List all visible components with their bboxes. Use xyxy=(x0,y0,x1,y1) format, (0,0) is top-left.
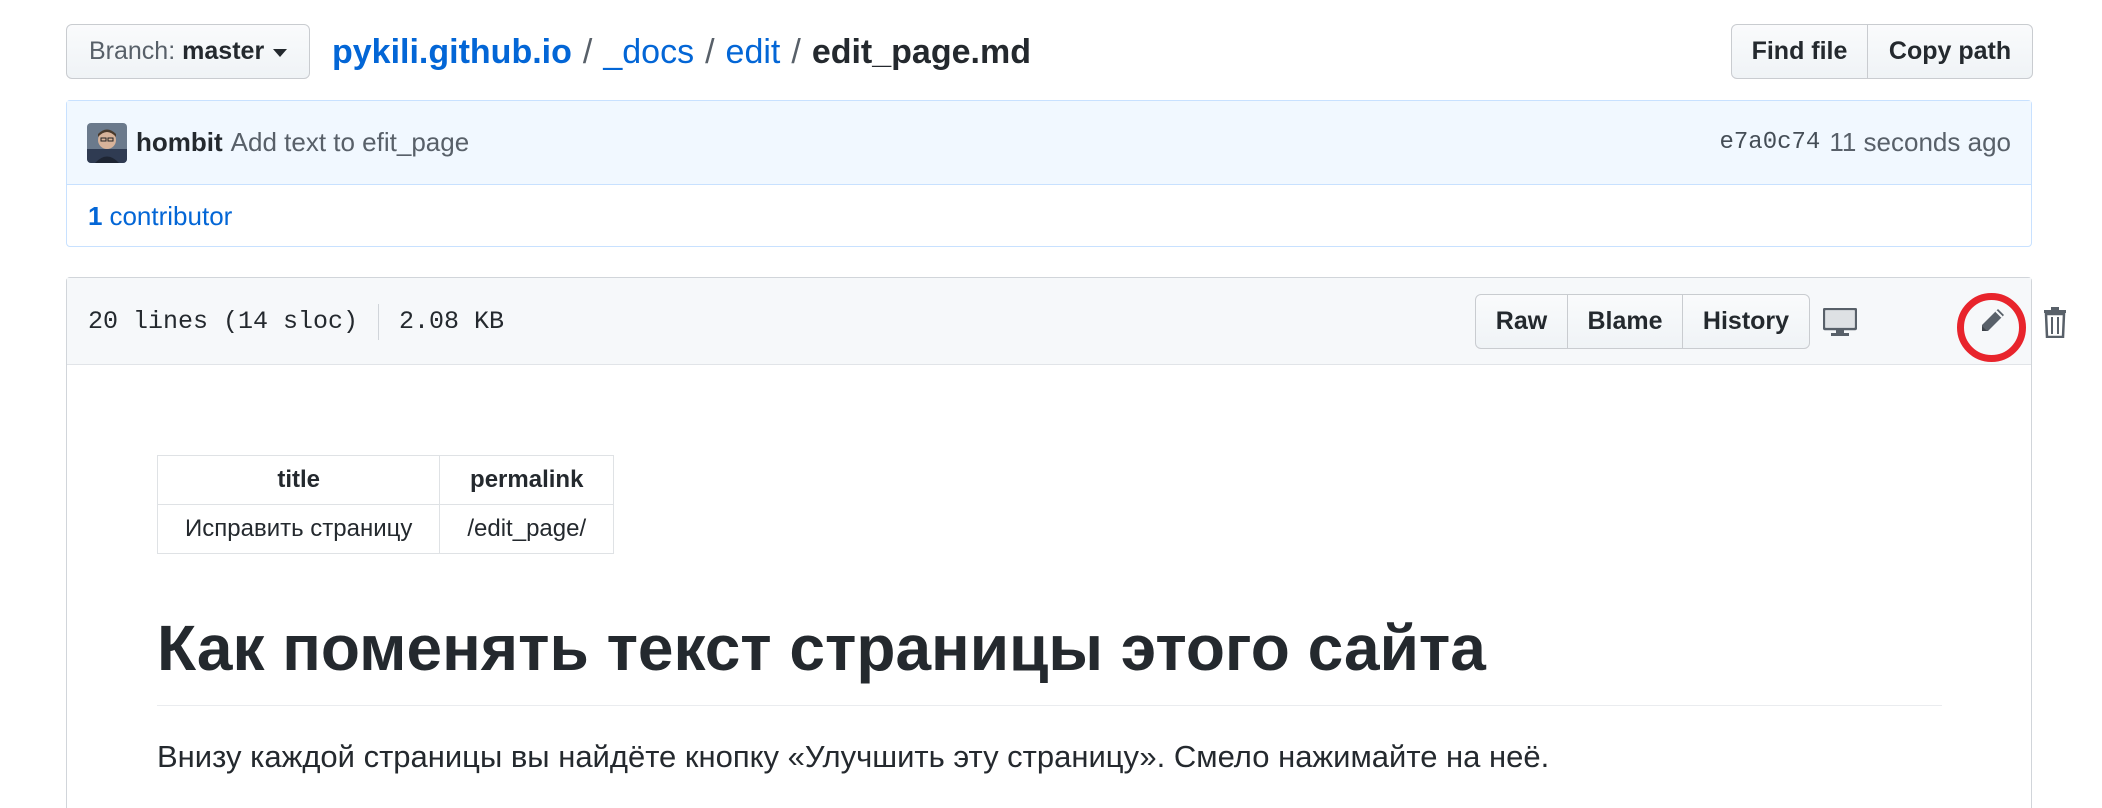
desktop-icon[interactable] xyxy=(1815,298,1865,346)
file-info: 20 lines (14 sloc) 2.08 KB xyxy=(88,278,504,365)
file-navigation-buttons: Find file Copy path xyxy=(1731,24,2033,79)
commit-message[interactable]: Add text to efit_page xyxy=(231,127,470,158)
contributors-count: 1 xyxy=(88,200,103,231)
chevron-down-icon xyxy=(273,48,288,57)
page-heading: Как поменять текст страницы этого сайта xyxy=(157,610,1942,706)
file-size: 2.08 KB xyxy=(399,307,505,336)
page-paragraph: Внизу каждой страницы вы найдёте кнопку … xyxy=(157,738,1550,774)
table-row: Исправить страницу /edit_page/ xyxy=(156,504,615,554)
breadcrumb-separator: / xyxy=(582,32,593,71)
file-lines: 20 lines (14 sloc) xyxy=(88,307,359,336)
breadcrumb-separator: / xyxy=(705,32,715,71)
file-info-divider xyxy=(378,303,380,340)
pencil-icon[interactable] xyxy=(1967,297,2017,345)
commit-tease: hombit Add text to efit_page e7a0c74 11 … xyxy=(67,101,2031,185)
breadcrumb-file-name: edit_page.md xyxy=(811,32,1031,71)
blame-button[interactable]: Blame xyxy=(1567,294,1683,349)
file-action-buttons: Raw Blame History xyxy=(1475,294,1810,349)
breadcrumb-edit-link[interactable]: edit xyxy=(726,33,781,72)
latest-commit-box: hombit Add text to efit_page e7a0c74 11 … xyxy=(66,100,2032,247)
front-matter-table: title permalink Исправить страницу /edit… xyxy=(156,455,615,554)
breadcrumb-separator: / xyxy=(791,32,801,71)
copy-path-button[interactable]: Copy path xyxy=(1867,24,2033,79)
branch-value: master xyxy=(182,37,265,65)
contributors-link[interactable]: 1 contributor xyxy=(67,185,2031,247)
branch-select-button[interactable]: Branch: master xyxy=(66,24,310,79)
commit-author[interactable]: hombit xyxy=(136,127,223,158)
raw-button[interactable]: Raw xyxy=(1475,294,1568,349)
contributors-label: contributor xyxy=(109,200,233,231)
find-file-button[interactable]: Find file xyxy=(1731,24,1868,79)
markdown-body: title permalink Исправить страницу /edit… xyxy=(156,455,1942,775)
file-header: 20 lines (14 sloc) 2.08 KB Raw Blame His… xyxy=(67,278,2066,365)
history-button[interactable]: History xyxy=(1682,294,1810,349)
branch-label: Branch: xyxy=(89,37,176,65)
table-header-cell: title xyxy=(156,455,441,505)
table-header-row: title permalink xyxy=(156,455,615,505)
breadcrumb-repo-link[interactable]: pykili.github.io xyxy=(332,33,572,72)
table-cell: Исправить страницу xyxy=(156,504,441,554)
commit-sha[interactable]: e7a0c74 xyxy=(1720,129,1821,156)
avatar[interactable] xyxy=(87,122,127,163)
table-header-cell: permalink xyxy=(439,455,615,505)
trash-icon[interactable] xyxy=(2030,298,2080,346)
breadcrumb: pykili.github.io / _docs / edit / edit_p… xyxy=(332,28,1031,76)
commit-meta: e7a0c74 11 seconds ago xyxy=(1720,127,2012,158)
breadcrumb-docs-link[interactable]: _docs xyxy=(603,33,694,72)
commit-time: 11 seconds ago xyxy=(1829,127,2011,157)
table-cell: /edit_page/ xyxy=(439,504,615,554)
